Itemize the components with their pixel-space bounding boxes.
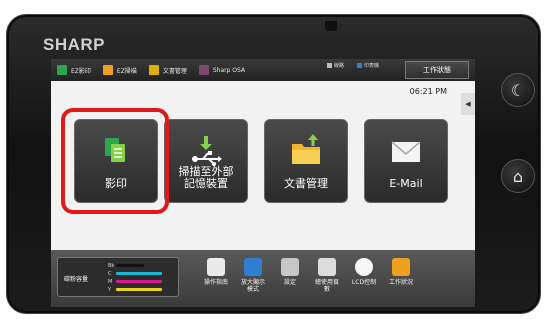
settings-icon: [281, 258, 299, 276]
email-tile[interactable]: E-Mail: [364, 119, 448, 203]
sleep-button[interactable]: ☾: [501, 73, 535, 107]
tab-label: EZ掃描: [116, 67, 137, 75]
toner-bar: [116, 264, 144, 267]
job-label: 工作狀況: [388, 279, 413, 286]
job-status-label: 工作狀態: [423, 66, 451, 74]
toner-bar: [116, 280, 162, 283]
folder-icon: [292, 134, 320, 164]
usb-icon: [192, 136, 222, 166]
toner-row-bk: Bk: [108, 262, 172, 269]
settings-button[interactable]: 設定: [272, 258, 308, 286]
toner-label: 碳粉容量: [64, 276, 89, 283]
job-icon: [392, 258, 410, 276]
touch-screen: EZ影印 EZ掃描 文書管理 Sharp OSA 線路 印表機 工作狀態 06:…: [51, 59, 475, 307]
tab-document-management[interactable]: 文書管理: [143, 59, 193, 81]
email-tile-label: E-Mail: [389, 177, 423, 190]
brightness-icon: [355, 258, 373, 276]
copy-icon: [57, 65, 67, 75]
side-panel-toggle[interactable]: ◀: [461, 93, 475, 115]
home-button[interactable]: ⌂: [501, 159, 535, 193]
toner-bar: [116, 288, 162, 291]
tab-sharp-osa[interactable]: Sharp OSA: [193, 59, 251, 81]
scan-label-line2: 記憶裝置: [184, 177, 228, 190]
zoom-label-line2: 模式: [246, 286, 259, 293]
job-status-bottom-button[interactable]: 工作狀況: [383, 258, 419, 286]
scan-to-usb-tile[interactable]: 掃描至外部 記憶裝置: [164, 119, 248, 203]
tab-label: Sharp OSA: [212, 66, 246, 74]
lcd-control-button[interactable]: LCD控制: [346, 258, 382, 286]
document-management-tile[interactable]: 文書管理: [264, 119, 348, 203]
document-management-tile-label: 文書管理: [284, 177, 328, 190]
count-label-line1: 總使用頁: [314, 279, 339, 286]
toner-key: C: [108, 270, 112, 277]
folder-icon: [148, 65, 159, 75]
zoom-mode-button[interactable]: 放大顯示 模式: [235, 258, 271, 293]
envelope-icon: [391, 141, 421, 162]
line-indicator: 線路: [327, 62, 344, 69]
osa-icon: [198, 65, 209, 75]
tab-ez-copy[interactable]: EZ影印: [51, 59, 97, 81]
tab-label: 文書管理: [162, 67, 187, 75]
toner-row-y: Y: [108, 286, 172, 293]
bottom-bar: 碳粉容量 Bk C M Y 操作指南 放大顯示 模式 設定 總使用頁 數 LCD…: [51, 250, 475, 307]
copy-highlight-ring: [61, 108, 169, 214]
printer-indicator: 印表機: [357, 62, 379, 69]
total-count-button[interactable]: 總使用頁 數: [309, 258, 345, 293]
printer-icon: [357, 63, 362, 68]
moon-icon: ☾: [510, 80, 526, 100]
count-label-line2: 數: [323, 286, 330, 293]
top-bar: EZ影印 EZ掃描 文書管理 Sharp OSA 線路 印表機 工作狀態: [51, 59, 475, 81]
home-icon: ⌂: [512, 166, 524, 186]
toner-key: M: [108, 278, 113, 285]
line-icon: [327, 63, 332, 68]
guide-button[interactable]: 操作指南: [198, 258, 234, 286]
line-indicator-label: 線路: [334, 63, 345, 69]
counter-icon: [318, 258, 336, 276]
scan-icon: [102, 65, 113, 75]
toner-row-c: C: [108, 270, 172, 277]
toner-key: Bk: [108, 262, 115, 269]
clock: 06:21 PM: [409, 87, 447, 96]
printer-indicator-label: 印表機: [364, 63, 380, 69]
settings-label: 設定: [283, 279, 296, 286]
chevron-left-icon: ◀: [465, 100, 471, 108]
tab-ez-scan[interactable]: EZ掃描: [97, 59, 143, 81]
tab-label: EZ影印: [71, 67, 91, 75]
job-status-button[interactable]: 工作狀態: [405, 61, 469, 79]
brand-logo: SHARP: [43, 35, 106, 54]
toner-row-m: M: [108, 278, 172, 285]
toner-bar: [116, 272, 162, 275]
device-bezel: SHARP EZ影印 EZ掃描 文書管理 Sharp OSA 線路 印表機 工作…: [6, 14, 541, 314]
zoom-label-line1: 放大顯示: [240, 279, 265, 286]
guide-icon: [207, 258, 225, 276]
device-top-notch: [325, 21, 337, 31]
scan-to-usb-tile-label: 掃描至外部 記憶裝置: [165, 166, 247, 190]
toner-key: Y: [108, 286, 112, 293]
lcd-label: LCD控制: [351, 279, 377, 286]
toner-panel[interactable]: 碳粉容量 Bk C M Y: [57, 257, 179, 297]
magnify-icon: [244, 258, 262, 276]
guide-label: 操作指南: [203, 279, 228, 286]
